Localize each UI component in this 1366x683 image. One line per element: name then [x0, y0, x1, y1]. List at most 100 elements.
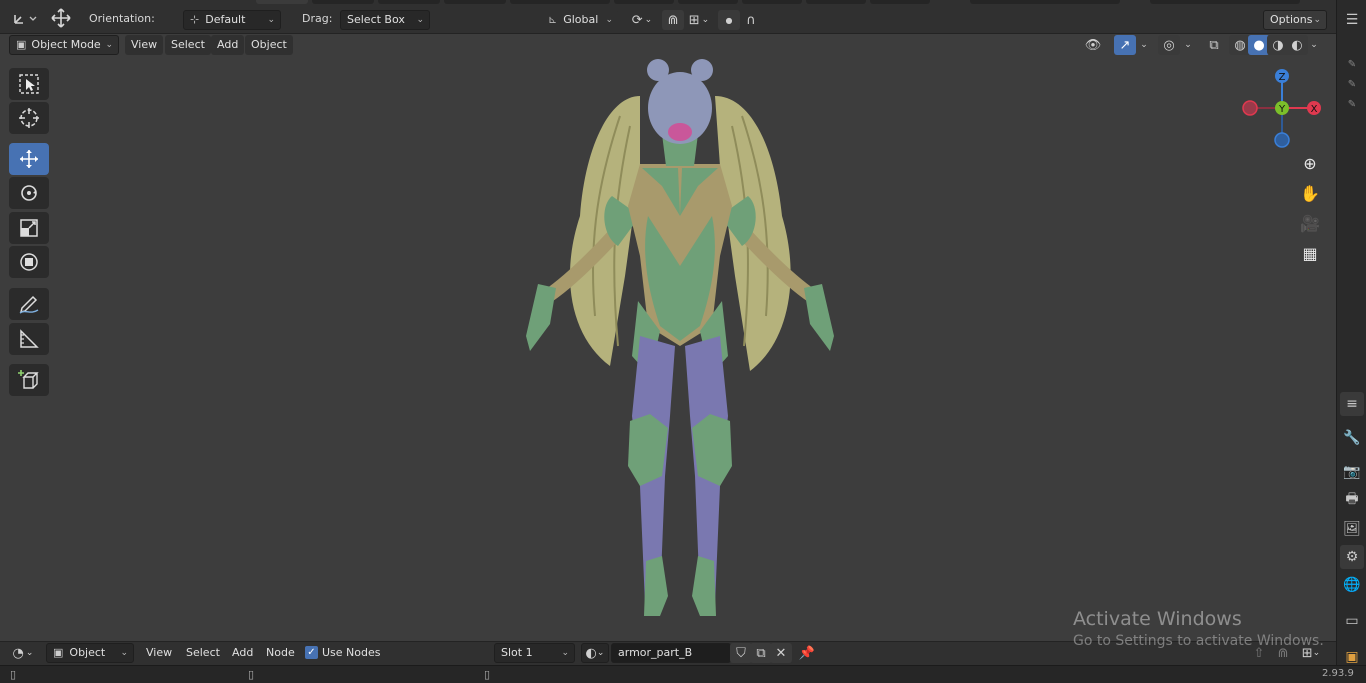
- browse-material-button[interactable]: ◐ ⌄: [581, 643, 609, 663]
- workspace-tab[interactable]: [870, 0, 930, 4]
- transform-orientation-dropdown[interactable]: ⊾ Global ⌄: [541, 10, 619, 30]
- tab-scene[interactable]: ⚙: [1340, 545, 1364, 569]
- move-tool[interactable]: [9, 143, 49, 175]
- gizmo-dropdown[interactable]: ⌄: [1136, 35, 1152, 55]
- node-menu-select[interactable]: Select: [182, 643, 224, 663]
- tab-options[interactable]: ≡: [1340, 392, 1364, 416]
- menu-select[interactable]: Select: [165, 35, 211, 55]
- navigation-gizmo[interactable]: Z X Y: [1238, 64, 1326, 152]
- unlink-material-button[interactable]: ✕: [770, 643, 792, 663]
- falloff-dropdown[interactable]: ∩: [740, 10, 762, 30]
- sliders-icon: ≡: [1346, 396, 1358, 412]
- shader-editor-type-menu[interactable]: ◔ ⌄: [8, 643, 38, 663]
- add-cube-icon: [18, 370, 39, 389]
- visibility-dropdown[interactable]: 👁: [1078, 35, 1108, 55]
- workspace-tab[interactable]: [806, 0, 866, 4]
- workspace-tab[interactable]: [678, 0, 738, 4]
- workspace-tab[interactable]: [444, 0, 506, 4]
- select-box-icon: [19, 74, 39, 94]
- menu-add[interactable]: Add: [211, 35, 245, 55]
- workspace-tab[interactable]: [614, 0, 674, 4]
- gizmo-toggle[interactable]: ↗: [1114, 35, 1136, 55]
- camera-view-button[interactable]: 🎥: [1297, 210, 1323, 236]
- shader-type-value: Object: [69, 646, 106, 659]
- shading-dropdown[interactable]: ⌄: [1306, 35, 1322, 55]
- overlays-dropdown[interactable]: ⌄: [1180, 35, 1196, 55]
- view3d-editor-icon: [14, 15, 37, 24]
- material-sphere-icon: ◐: [585, 645, 597, 661]
- transform-tool[interactable]: [9, 246, 49, 278]
- pin-button[interactable]: 📌: [796, 643, 818, 663]
- view-layer-field[interactable]: [1150, 0, 1300, 4]
- annotate-tool[interactable]: [9, 288, 49, 320]
- printer-icon: 🖶: [1345, 491, 1359, 507]
- node-menu-view[interactable]: View: [142, 643, 176, 663]
- zoom-icon: ⊕: [1303, 153, 1317, 173]
- workspace-tab[interactable]: [510, 0, 610, 4]
- shader-type-dropdown[interactable]: ▣ Object ⌄: [46, 643, 134, 663]
- menu-view[interactable]: View: [125, 35, 164, 55]
- scene-icon: ⚙: [1345, 549, 1359, 565]
- tab-output[interactable]: 🖶: [1340, 488, 1364, 512]
- tab-view-layer[interactable]: 🖼: [1340, 517, 1364, 541]
- gizmo-neg-x[interactable]: [1242, 100, 1258, 116]
- character-model[interactable]: [500, 56, 860, 626]
- fake-user-button[interactable]: ⛉: [730, 643, 752, 663]
- chevron-down-icon: ⌄: [267, 15, 275, 25]
- move-tool-icon[interactable]: [50, 8, 72, 28]
- proportional-edit-toggle[interactable]: ●: [718, 10, 740, 30]
- rotate-tool[interactable]: [9, 177, 49, 209]
- falloff-curve-icon: ∩: [746, 12, 756, 28]
- select-box-tool[interactable]: [9, 68, 49, 100]
- zoom-view-button[interactable]: ⊕: [1297, 150, 1323, 176]
- chevron-down-icon: ⌄: [1140, 40, 1148, 50]
- options-dropdown[interactable]: Options ⌄: [1263, 10, 1327, 30]
- snap-toggle[interactable]: ⋒: [662, 10, 684, 30]
- use-nodes-label: Use Nodes: [322, 646, 381, 659]
- ortho-toggle-button[interactable]: ▦: [1297, 240, 1323, 266]
- left-knee-armor: [628, 414, 668, 486]
- pivot-icon: ⟳: [631, 12, 643, 28]
- gizmo-neg-z[interactable]: [1274, 132, 1290, 148]
- drag-dropdown[interactable]: Select Box ⌄: [340, 10, 430, 30]
- node-menu-add[interactable]: Add: [228, 643, 257, 663]
- scene-field[interactable]: [970, 0, 1120, 4]
- tab-collection[interactable]: ▭: [1340, 609, 1364, 633]
- pivot-point-dropdown[interactable]: ⟳ ⌄: [626, 10, 658, 30]
- workspace-tab[interactable]: [378, 0, 440, 4]
- orientation-dropdown[interactable]: ⊹ Default ⌄: [183, 10, 281, 30]
- cursor-tool[interactable]: [9, 102, 49, 134]
- mode-dropdown[interactable]: ▣ Object Mode ⌄: [9, 35, 119, 55]
- use-nodes-checkbox[interactable]: ✓: [305, 646, 318, 659]
- editor-type-menu[interactable]: [10, 9, 40, 29]
- object-icon: ▣: [1345, 649, 1359, 665]
- rendered-shading-button[interactable]: ◐: [1286, 35, 1308, 55]
- shield-icon: ⛉: [736, 645, 746, 661]
- add-cube-tool[interactable]: [9, 364, 49, 396]
- properties-tab-strip: ☰ ✎ ✎ ✎ ≡ 🔧 📷 🖶 🖼 ⚙ 🌐 ▭ ▣: [1336, 0, 1366, 683]
- menu-object[interactable]: Object: [245, 35, 293, 55]
- tab-world[interactable]: 🌐: [1340, 573, 1364, 597]
- workspace-tab-active[interactable]: [256, 0, 308, 4]
- tab-tool[interactable]: 🔧: [1340, 426, 1364, 450]
- scale-icon: [20, 219, 38, 237]
- measure-tool[interactable]: [9, 323, 49, 355]
- node-menu-node[interactable]: Node: [262, 643, 299, 663]
- outliner-button[interactable]: ☰: [1340, 8, 1364, 32]
- pan-view-button[interactable]: ✋: [1297, 180, 1323, 206]
- slot-dropdown[interactable]: Slot 1 ⌄: [494, 643, 575, 663]
- overlays-toggle[interactable]: ◎: [1158, 35, 1180, 55]
- material-name-field[interactable]: armor_part_B: [611, 643, 731, 663]
- duplicate-icon: ⧉: [756, 645, 766, 661]
- orientation-icon: ⊹: [190, 13, 200, 26]
- new-material-button[interactable]: ⧉: [750, 643, 772, 663]
- tab-render[interactable]: 📷: [1340, 460, 1364, 484]
- gizmo-x-label: X: [1311, 104, 1318, 115]
- workspace-tab[interactable]: [312, 0, 374, 4]
- pin-icon[interactable]: ✎: [1340, 92, 1364, 116]
- scale-tool[interactable]: [9, 212, 49, 244]
- workspace-tab[interactable]: [742, 0, 802, 4]
- snap-target-dropdown[interactable]: ⊞ ⌄: [684, 10, 714, 30]
- xray-toggle[interactable]: ⧉: [1203, 35, 1225, 55]
- mode-value: Object Mode: [31, 38, 101, 51]
